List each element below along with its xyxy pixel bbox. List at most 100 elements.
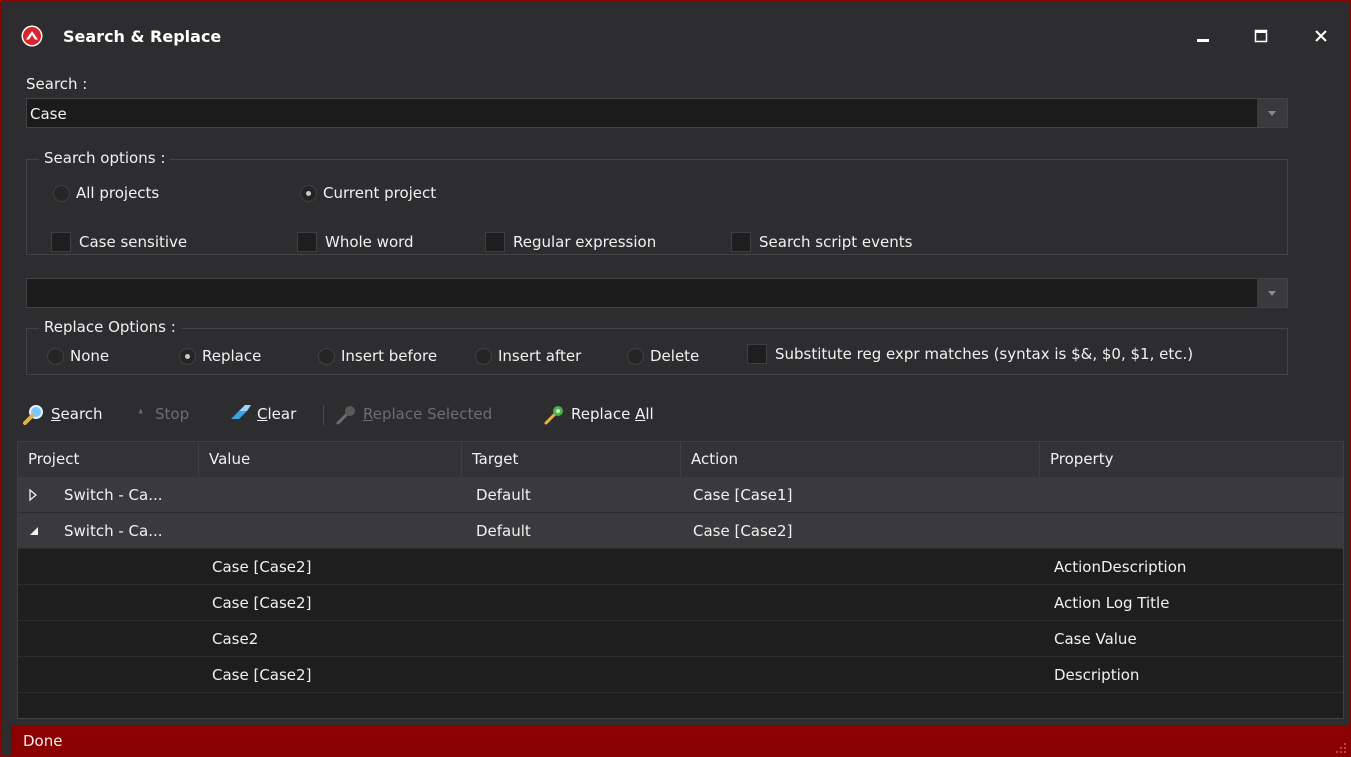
magnifier-icon — [23, 405, 43, 425]
search-combobox[interactable]: Case — [26, 98, 1288, 128]
stop-button[interactable]: Stop — [135, 403, 189, 425]
cell-value: Case [Case2] — [212, 666, 312, 684]
checkbox-label: Whole word — [325, 233, 414, 251]
toolbar-separator — [323, 405, 324, 425]
radio-circle[interactable] — [318, 347, 335, 365]
stop-icon — [138, 408, 143, 414]
cell-target: Default — [476, 522, 531, 540]
checkbox-regular-expression[interactable]: Regular expression — [485, 232, 656, 252]
search-replace-window: Search & Replace Search : Case Search op… — [0, 0, 1351, 757]
checkbox-label: Regular expression — [513, 233, 657, 251]
cell-project: Switch - Ca... — [64, 486, 163, 504]
column-header-property[interactable]: Property — [1040, 442, 1343, 477]
search-label: Search : — [26, 75, 88, 93]
stop-button-label: Stop — [155, 405, 190, 423]
radio-replace[interactable]: Replace — [179, 347, 261, 365]
radio-label: Insert before — [341, 347, 438, 365]
results-grid[interactable]: Project Value Target Action Property Swi… — [17, 441, 1344, 719]
radio-label: Delete — [650, 347, 700, 365]
radio-circle[interactable] — [179, 347, 196, 365]
checkbox-search-script-events[interactable]: Search script events — [731, 232, 912, 252]
replace-options-title: Replace Options : — [39, 318, 181, 336]
radio-circle[interactable] — [53, 184, 70, 202]
replace-combobox[interactable] — [26, 278, 1288, 308]
app-logo-icon — [21, 25, 43, 47]
radio-insert-after[interactable]: Insert after — [475, 347, 581, 365]
radio-label: Replace — [202, 347, 262, 365]
window-title: Search & Replace — [63, 27, 222, 46]
toolbar: Search Stop Clear Replace Selected Repla… — [23, 399, 1343, 431]
checkbox-box[interactable] — [51, 232, 71, 252]
cell-target: Default — [476, 486, 531, 504]
replace-options-group: Replace Options : None Replace Insert be… — [26, 318, 1288, 375]
checkbox-whole-word[interactable]: Whole word — [297, 232, 414, 252]
title-bar[interactable]: Search & Replace — [1, 1, 1350, 71]
cell-property: Action Log Title — [1054, 594, 1170, 612]
chevron-down-icon — [1268, 290, 1276, 296]
radio-insert-before[interactable]: Insert before — [318, 347, 437, 365]
table-row[interactable]: Switch - Ca... Default Case [Case2] — [18, 513, 1343, 549]
table-row[interactable]: Case2 Case Value — [18, 621, 1343, 657]
search-dropdown-button[interactable] — [1257, 99, 1287, 127]
expand-arrow-icon[interactable] — [28, 477, 38, 513]
checkbox-label: Substitute reg expr matches (syntax is $… — [775, 345, 1194, 363]
search-options-group: Search options : All projects Current pr… — [26, 149, 1288, 255]
table-row[interactable]: Case [Case2] Description — [18, 657, 1343, 693]
search-button-label: Search — [51, 405, 103, 423]
radio-circle[interactable] — [475, 347, 492, 365]
cell-property: Description — [1054, 666, 1140, 684]
radio-circle[interactable] — [627, 347, 644, 365]
column-header-target[interactable]: Target — [462, 442, 681, 477]
radio-circle[interactable] — [47, 347, 64, 365]
close-icon — [1315, 30, 1327, 42]
replace-selected-button[interactable]: Replace Selected — [335, 403, 492, 425]
cell-value: Case [Case2] — [212, 558, 312, 576]
checkbox-substitute-reg-expr[interactable]: Substitute reg expr matches (syntax is $… — [747, 344, 1193, 364]
radio-none[interactable]: None — [47, 347, 109, 365]
grid-header: Project Value Target Action Property — [18, 442, 1343, 477]
table-row[interactable]: Case [Case2] Action Log Title — [18, 585, 1343, 621]
radio-label: None — [70, 347, 110, 365]
checkbox-box[interactable] — [747, 344, 767, 364]
replace-all-button-label: Replace All — [571, 405, 654, 423]
column-header-value[interactable]: Value — [199, 442, 462, 477]
checkbox-box[interactable] — [731, 232, 751, 252]
cell-project: Switch - Ca... — [64, 522, 163, 540]
clear-button-label: Clear — [257, 405, 297, 423]
cell-property: ActionDescription — [1054, 558, 1187, 576]
wand-icon — [336, 406, 355, 425]
replace-selected-button-label: Replace Selected — [363, 405, 493, 423]
cell-action: Case [Case2] — [693, 522, 793, 540]
minimize-button[interactable] — [1185, 19, 1221, 53]
radio-current-project[interactable]: Current project — [300, 184, 436, 202]
checkbox-case-sensitive[interactable]: Case sensitive — [51, 232, 187, 252]
radio-delete[interactable]: Delete — [627, 347, 699, 365]
chevron-down-icon — [1268, 110, 1276, 116]
close-button[interactable] — [1303, 19, 1339, 53]
replace-dropdown-button[interactable] — [1257, 279, 1287, 307]
radio-label: Current project — [323, 184, 437, 202]
column-header-project[interactable]: Project — [18, 442, 199, 477]
maximize-icon — [1254, 29, 1268, 43]
checkbox-label: Search script events — [759, 233, 913, 251]
maximize-button[interactable] — [1243, 19, 1279, 53]
table-row[interactable]: Switch - Ca... Default Case [Case1] — [18, 477, 1343, 513]
cell-property: Case Value — [1054, 630, 1137, 648]
radio-circle[interactable] — [300, 184, 317, 202]
table-row[interactable]: Case [Case2] ActionDescription — [18, 549, 1343, 585]
checkbox-box[interactable] — [485, 232, 505, 252]
search-button[interactable]: Search — [23, 403, 103, 425]
resize-grip-icon[interactable] — [1336, 743, 1346, 753]
cell-value: Case2 — [212, 630, 259, 648]
radio-label: Insert after — [498, 347, 582, 365]
collapse-arrow-icon[interactable] — [28, 513, 40, 549]
replace-all-button[interactable]: Replace All — [543, 403, 654, 425]
minimize-icon — [1197, 39, 1209, 42]
status-text: Done — [23, 732, 63, 750]
clear-button[interactable]: Clear — [229, 403, 296, 425]
search-input[interactable]: Case — [30, 105, 67, 123]
checkbox-box[interactable] — [297, 232, 317, 252]
eraser-icon — [231, 405, 251, 419]
column-header-action[interactable]: Action — [681, 442, 1040, 477]
radio-all-projects[interactable]: All projects — [53, 184, 159, 202]
